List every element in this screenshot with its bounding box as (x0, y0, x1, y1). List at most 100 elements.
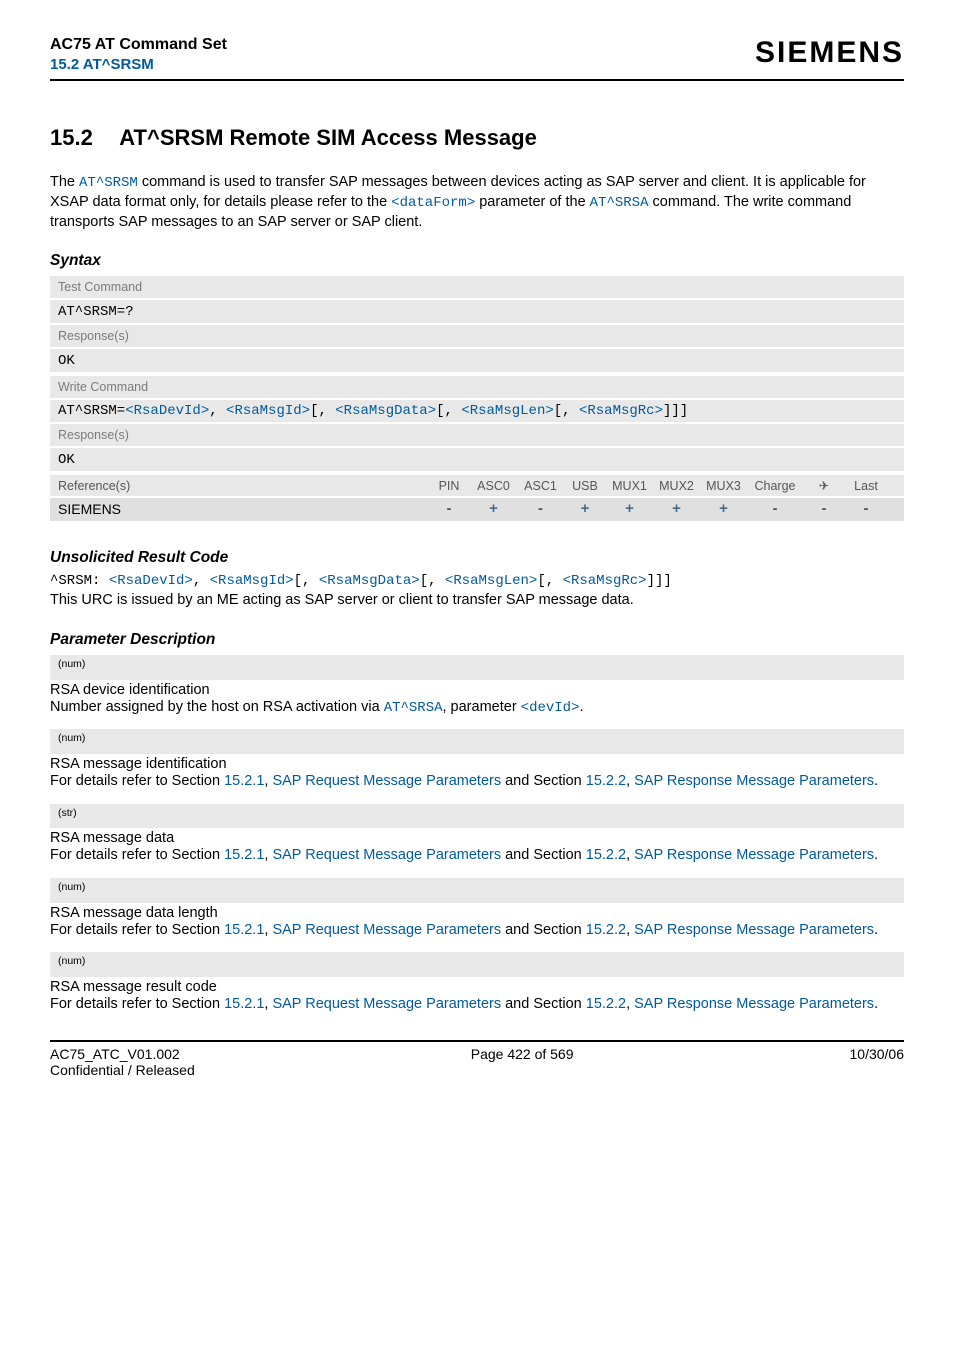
doc-subtitle: 15.2 AT^SRSM (50, 56, 227, 73)
link-sap-request-params[interactable]: SAP Request Message Parameters (272, 922, 501, 938)
link-rsadevid[interactable]: <RsaDevId> (125, 403, 209, 419)
val-pin: - (447, 500, 452, 517)
paramdesc-heading: Parameter Description (50, 631, 904, 649)
urc-line: ^SRSM: <RsaDevId>, <RsaMsgId> [, <RsaMsgD… (50, 573, 904, 589)
param-body: For details refer to Section 15.2.1, SAP… (50, 772, 904, 792)
col-usb: USB (564, 479, 606, 493)
reference-table: Reference(s) PIN ASC0 ASC1 USB MUX1 MUX2… (50, 475, 904, 521)
link-dataform-param[interactable]: <dataForm> (391, 195, 475, 211)
val-asc0: + (489, 500, 498, 517)
link-sap-response-params[interactable]: SAP Response Message Parameters (634, 773, 874, 789)
param-title: RSA message data length (50, 905, 904, 921)
link-devid-param[interactable]: <devId> (521, 700, 580, 716)
link-section-1521[interactable]: 15.2.1 (224, 996, 264, 1012)
text: parameter of the (475, 194, 589, 210)
link-section-1522[interactable]: 15.2.2 (586, 922, 626, 938)
link-section-1522[interactable]: 15.2.2 (586, 773, 626, 789)
param-name-box: (num) (50, 729, 904, 754)
col-mux3: MUX3 (700, 479, 747, 493)
link-sap-response-params[interactable]: SAP Response Message Parameters (634, 847, 874, 863)
doc-title: AC75 AT Command Set (50, 36, 227, 54)
val-charge: - (773, 500, 778, 517)
link-rsamsgrc[interactable]: <RsaMsgRc> (579, 403, 663, 419)
col-mux1: MUX1 (606, 479, 653, 493)
page: AC75 AT Command Set 15.2 AT^SRSM SIEMENS… (0, 0, 954, 1098)
response-ok: OK (58, 452, 75, 468)
link-rsamsgrc[interactable]: <RsaMsgRc> (563, 573, 647, 589)
text: ^SRSM: (50, 573, 109, 589)
param-name-box: (num) (50, 655, 904, 680)
text: , (193, 573, 210, 589)
param-name-box: (str) (50, 804, 904, 829)
link-rsamsgid[interactable]: <RsaMsgId> (226, 403, 310, 419)
link-rsamsgdata[interactable]: <RsaMsgData> (319, 573, 420, 589)
footer-page-number: Page 422 of 569 (471, 1046, 574, 1078)
footer-doc-id: AC75_ATC_V01.002 (50, 1046, 195, 1062)
col-asc0: ASC0 (470, 479, 517, 493)
text: AT^SRSM= (58, 403, 125, 419)
link-at-srsa[interactable]: AT^SRSA (384, 700, 443, 716)
link-sap-response-params[interactable]: SAP Response Message Parameters (634, 996, 874, 1012)
link-at-srsm[interactable]: AT^SRSM (79, 175, 138, 191)
val-mux1: + (625, 500, 634, 517)
text: The (50, 174, 79, 190)
link-section-1521[interactable]: 15.2.1 (224, 773, 264, 789)
link-rsamsglen[interactable]: <RsaMsgLen> (461, 403, 553, 419)
col-pin: PIN (428, 479, 470, 493)
val-asc1: - (538, 500, 543, 517)
link-rsamsgid[interactable]: <RsaMsgId> (210, 573, 294, 589)
link-section-1521[interactable]: 15.2.1 (224, 847, 264, 863)
urc-description: This URC is issued by an ME acting as SA… (50, 591, 904, 611)
reference-vendor: SIEMENS (58, 501, 428, 517)
page-header: AC75 AT Command Set 15.2 AT^SRSM SIEMENS (50, 36, 904, 81)
link-rsadevid[interactable]: <RsaDevId> (109, 573, 193, 589)
parameters-container: (num) RSA device identificationNumber ass… (50, 655, 904, 1014)
link-sap-response-params[interactable]: SAP Response Message Parameters (634, 922, 874, 938)
param-body: Number assigned by the host on RSA activ… (50, 698, 904, 718)
text: ]]] (663, 403, 688, 419)
link-section-1522[interactable]: 15.2.2 (586, 847, 626, 863)
footer-date: 10/30/06 (850, 1046, 905, 1078)
syntax-heading: Syntax (50, 252, 904, 270)
response-ok: OK (58, 353, 75, 369)
param-title: RSA message data (50, 830, 904, 846)
link-section-1522[interactable]: 15.2.2 (586, 996, 626, 1012)
write-command: AT^SRSM=<RsaDevId>, <RsaMsgId>[, <RsaMsg… (50, 400, 904, 424)
section-heading: 15.2 AT^SRSM Remote SIM Access Message (50, 125, 904, 151)
link-rsamsgdata[interactable]: <RsaMsgData> (335, 403, 436, 419)
header-left: AC75 AT Command Set 15.2 AT^SRSM (50, 36, 227, 73)
response-label: Response(s) (58, 329, 129, 343)
link-sap-request-params[interactable]: SAP Request Message Parameters (272, 773, 501, 789)
val-last: - (864, 500, 869, 517)
section-title-text: AT^SRSM Remote SIM Access Message (119, 125, 537, 150)
text: [, (310, 403, 335, 419)
text: [, (436, 403, 461, 419)
col-mux2: MUX2 (653, 479, 700, 493)
text: [, (420, 573, 445, 589)
param-name-box: (num) (50, 952, 904, 977)
reference-value-row: SIEMENS - + - + + + + - - - (50, 498, 904, 521)
brand-logo: SIEMENS (755, 36, 904, 70)
val-usb: + (581, 500, 590, 517)
link-section-1521[interactable]: 15.2.1 (224, 922, 264, 938)
text: [, (554, 403, 579, 419)
link-sap-request-params[interactable]: SAP Request Message Parameters (272, 996, 501, 1012)
val-airplane: - (822, 500, 827, 517)
reference-label: Reference(s) (58, 479, 428, 493)
urc-heading: Unsolicited Result Code (50, 549, 904, 567)
link-sap-request-params[interactable]: SAP Request Message Parameters (272, 847, 501, 863)
response-label: Response(s) (58, 428, 129, 442)
val-mux2: + (672, 500, 681, 517)
text: ]]] (647, 573, 672, 589)
link-rsamsglen[interactable]: <RsaMsgLen> (445, 573, 537, 589)
param-title: RSA device identification (50, 682, 904, 698)
col-last: Last (845, 479, 887, 493)
page-footer: AC75_ATC_V01.002 Confidential / Released… (50, 1040, 904, 1078)
intro-paragraph: The AT^SRSM command is used to transfer … (50, 173, 904, 232)
test-command-label: Test Command (58, 280, 142, 294)
footer-confidentiality: Confidential / Released (50, 1062, 195, 1078)
param-body: For details refer to Section 15.2.1, SAP… (50, 995, 904, 1015)
link-at-srsa[interactable]: AT^SRSA (590, 195, 649, 211)
param-body: For details refer to Section 15.2.1, SAP… (50, 921, 904, 941)
col-charge: Charge (747, 479, 803, 493)
